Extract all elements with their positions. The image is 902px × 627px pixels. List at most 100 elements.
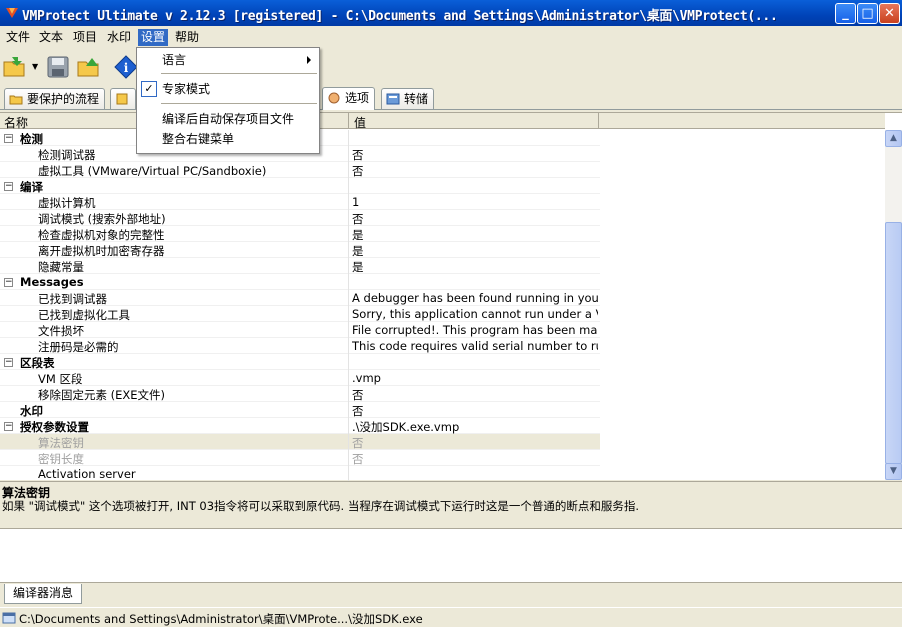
menu-text[interactable]: 文本 [36, 29, 66, 46]
column-name[interactable]: 名称 [4, 114, 28, 131]
menu-watermark[interactable]: 水印 [104, 29, 134, 46]
dump-icon [386, 93, 400, 105]
table-row[interactable]: − 授权参数设置 .\没加SDK.exe.vmp [0, 418, 600, 434]
menu-item-expert-mode[interactable]: ✓ 专家模式 [137, 79, 319, 99]
property-name: 密钥长度 [38, 452, 84, 466]
property-value[interactable]: 1 [352, 195, 598, 209]
table-row[interactable]: 算法密钥 否 [0, 434, 600, 450]
property-name: 离开虚拟机时加密寄存器 [38, 244, 165, 258]
table-row[interactable]: VM 区段 .vmp [0, 370, 600, 386]
property-value[interactable]: 否 [352, 435, 598, 451]
property-name: 授权参数设置 [20, 420, 89, 434]
property-value[interactable]: 是 [352, 227, 598, 243]
property-value[interactable]: 否 [352, 403, 598, 419]
property-name: 区段表 [20, 356, 55, 370]
cell-divider [348, 402, 349, 418]
cell-divider [348, 338, 349, 354]
menu-help[interactable]: 帮助 [172, 29, 202, 46]
collapse-icon[interactable]: − [4, 182, 13, 191]
property-value[interactable]: 是 [352, 259, 598, 275]
cell-divider [348, 370, 349, 386]
property-name: 虚拟计算机 [38, 196, 96, 210]
cell-divider [348, 450, 349, 466]
table-row[interactable]: 虚拟工具 (VMware/Virtual PC/Sandboxie) 否 [0, 162, 600, 178]
minimize-button[interactable]: _ [835, 3, 856, 24]
menu-project[interactable]: 项目 [70, 29, 100, 46]
save-as-icon[interactable] [76, 54, 102, 80]
property-name: 移除固定元素 (EXE文件) [38, 388, 166, 402]
table-row[interactable]: − 编译 [0, 178, 600, 194]
table-row[interactable]: 隐藏常量 是 [0, 258, 600, 274]
table-row[interactable]: 注册码是必需的 This code requires valid serial n… [0, 338, 600, 354]
property-name: VM 区段 [38, 372, 83, 386]
save-icon[interactable] [45, 54, 71, 80]
property-value[interactable]: 是 [352, 243, 598, 259]
menu-bar: 文件 文本 项目 水印 设置 帮助 [0, 27, 902, 47]
property-value[interactable]: 否 [352, 147, 598, 163]
tab-compiler-messages[interactable]: 编译器消息 [4, 584, 83, 604]
tab-options[interactable]: 选项 [322, 87, 376, 110]
property-value[interactable]: A debugger has been found running in you… [352, 291, 598, 305]
table-row[interactable]: − Messages [0, 274, 600, 290]
property-name: 水印 [20, 404, 43, 418]
maximize-button[interactable]: □ [857, 3, 878, 24]
column-divider[interactable] [348, 113, 349, 129]
table-row[interactable]: 已找到虚拟化工具 Sorry, this application cannot r… [0, 306, 600, 322]
scroll-up-icon[interactable]: ▲ [885, 130, 902, 147]
tab-label: 选项 [345, 91, 370, 105]
property-value[interactable]: 否 [352, 211, 598, 227]
column-divider[interactable] [598, 113, 599, 129]
tab-protected-procedures[interactable]: 要保护的流程 [4, 88, 106, 109]
column-value[interactable]: 值 [354, 114, 366, 131]
menu-item-context-menu[interactable]: 整合右键菜单 [137, 129, 319, 149]
title-bar: VMProtect Ultimate v 2.12.3 [registered]… [0, 0, 902, 26]
menu-separator [161, 103, 317, 104]
property-value[interactable]: .vmp [352, 371, 598, 385]
tab-label: 要保护的流程 [27, 92, 100, 106]
cell-divider [348, 194, 349, 210]
property-value[interactable]: 否 [352, 451, 598, 467]
collapse-icon[interactable]: − [4, 278, 13, 287]
description-body: 如果 "调试模式" 这个选项被打开, INT 03指令将可以采取到原代码. 当程… [2, 499, 639, 513]
collapse-icon[interactable]: − [4, 358, 13, 367]
table-row[interactable]: 已找到调试器 A debugger has been found running … [0, 290, 600, 306]
table-row[interactable]: 密钥长度 否 [0, 450, 600, 466]
property-name: 隐藏常量 [38, 260, 84, 274]
property-value[interactable]: Sorry, this application cannot run under… [352, 307, 598, 321]
table-row[interactable]: 调试模式 (搜索外部地址) 否 [0, 210, 600, 226]
table-row[interactable]: 水印 否 [0, 402, 600, 418]
open-folder-icon[interactable] [2, 54, 28, 80]
collapse-icon[interactable]: − [4, 422, 13, 431]
table-row[interactable]: Activation server [0, 466, 600, 482]
open-dropdown-arrow-icon[interactable]: ▼ [32, 62, 38, 71]
table-row[interactable]: 离开虚拟机时加密寄存器 是 [0, 242, 600, 258]
vertical-scrollbar[interactable]: ▲ ▼ [885, 130, 902, 480]
table-row[interactable]: 检查虚拟机对象的完整性 是 [0, 226, 600, 242]
scroll-thumb[interactable] [885, 222, 902, 464]
cell-divider [348, 322, 349, 338]
collapse-icon[interactable]: − [4, 134, 13, 143]
table-row[interactable]: − 区段表 [0, 354, 600, 370]
compiler-messages-panel[interactable] [0, 528, 902, 583]
tab-dump[interactable]: 转储 [381, 88, 435, 109]
tab-partial[interactable] [110, 88, 136, 109]
scroll-down-icon[interactable]: ▼ [885, 463, 902, 480]
property-value[interactable]: 否 [352, 387, 598, 403]
property-value[interactable]: File corrupted!. This program has been m… [352, 323, 598, 337]
property-value[interactable]: This code requires valid serial number t… [352, 339, 598, 353]
property-name: Messages [20, 275, 84, 289]
cell-divider [348, 258, 349, 274]
submenu-arrow-icon [307, 56, 311, 64]
property-value[interactable]: .\没加SDK.exe.vmp [352, 419, 598, 435]
property-value[interactable]: 否 [352, 163, 598, 179]
table-row[interactable]: 移除固定元素 (EXE文件) 否 [0, 386, 600, 402]
table-row[interactable]: 文件损坏 File corrupted!. This program has be… [0, 322, 600, 338]
menu-item-autosave[interactable]: 编译后自动保存项目文件 [137, 109, 319, 129]
property-name: 算法密钥 [38, 436, 84, 450]
close-button[interactable]: ✕ [879, 3, 900, 24]
table-row[interactable]: 虚拟计算机 1 [0, 194, 600, 210]
menu-settings[interactable]: 设置 [138, 29, 169, 46]
property-name: 编译 [20, 180, 43, 194]
menu-item-language[interactable]: 语言 [137, 50, 319, 70]
menu-file[interactable]: 文件 [3, 29, 33, 46]
